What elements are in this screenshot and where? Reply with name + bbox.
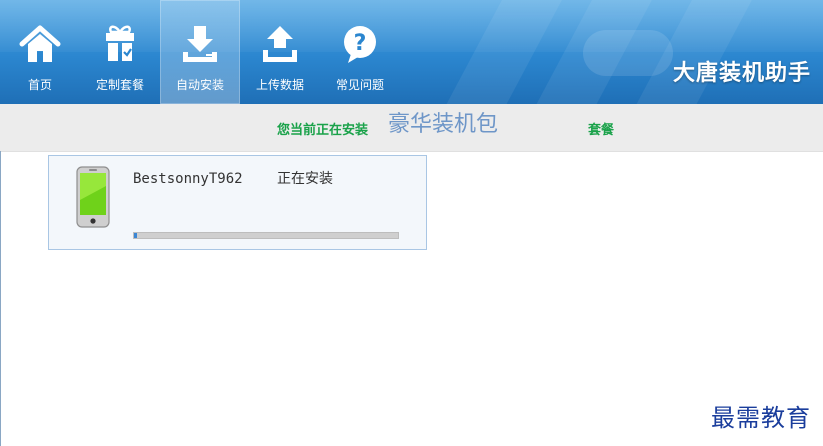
nav-home[interactable]: 首页 (0, 0, 80, 104)
nav-upload-data[interactable]: 上传数据 (240, 0, 320, 104)
status-suffix: 套餐 (588, 123, 615, 138)
nav-faq-label: 常见问题 (335, 78, 384, 92)
nav-faq[interactable]: ? 常见问题 (320, 0, 400, 104)
install-status-bar: 您当前正在安装 豪华装机包 套餐 (0, 104, 823, 152)
main-nav: 首页 定制套餐 自动安装 上传数据 ? 常见问题 (0, 0, 400, 104)
app-brand: 大唐装机助手 (672, 61, 811, 86)
svg-text:?: ? (354, 31, 367, 56)
nav-custom-package-label: 定制套餐 (95, 78, 144, 92)
device-name: BestsonnyT962 (133, 171, 243, 187)
device-install-status: 正在安装 (277, 171, 333, 187)
status-prefix: 您当前正在安装 (277, 123, 369, 138)
home-icon (19, 25, 61, 62)
phone-icon (76, 166, 110, 228)
device-card: BestsonnyT962 正在安装 (48, 155, 427, 250)
status-package-name: 豪华装机包 (388, 112, 499, 137)
window-left-border (0, 151, 1, 446)
nav-auto-install-label: 自动安装 (175, 78, 224, 92)
gift-icon (106, 25, 134, 61)
download-icon (183, 26, 217, 62)
nav-custom-package[interactable]: 定制套餐 (80, 0, 160, 104)
nav-home-label: 首页 (27, 78, 52, 92)
nav-auto-install[interactable]: 自动安装 (160, 0, 240, 104)
install-progress-bar (133, 232, 399, 239)
cloud-decoration (583, 30, 673, 76)
watermark: 最需教育 (711, 404, 811, 432)
install-progress-fill (134, 233, 137, 238)
question-icon: ? (344, 26, 376, 63)
nav-upload-data-label: 上传数据 (255, 78, 304, 92)
top-toolbar: 首页 定制套餐 自动安装 上传数据 ? 常见问题 大唐装机助手 (0, 0, 823, 104)
upload-icon (263, 26, 297, 62)
